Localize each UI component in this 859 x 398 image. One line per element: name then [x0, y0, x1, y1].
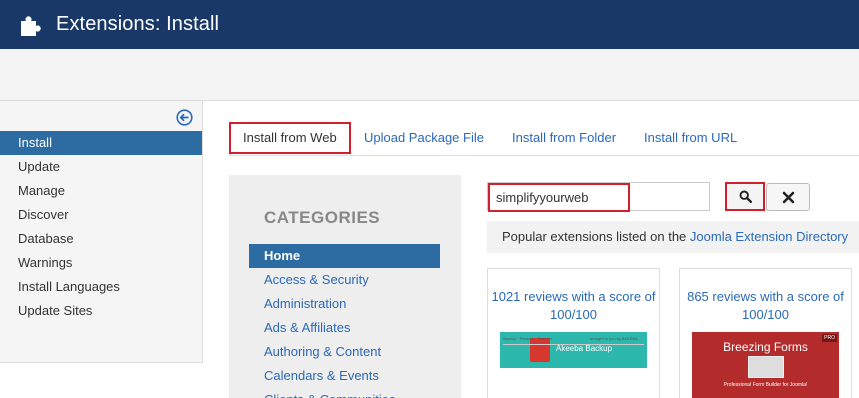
sidebar-item-update[interactable]: Update — [0, 155, 202, 179]
sidebar-item-install[interactable]: Install — [0, 131, 202, 155]
sidebar: Install Update Manage Discover Database … — [0, 101, 203, 363]
popular-text: Popular extensions listed on the — [502, 229, 690, 244]
search-field — [487, 182, 710, 212]
divider — [503, 344, 644, 345]
categories-list: Home Access & Security Administration Ad… — [249, 244, 440, 398]
sidebar-item-update-sites[interactable]: Update Sites — [0, 299, 202, 323]
category-calendars-events[interactable]: Calendars & Events — [249, 364, 440, 388]
thumb-footer — [500, 368, 647, 398]
category-administration[interactable]: Administration — [249, 292, 440, 316]
thumb-name: Breezing Forms — [723, 340, 808, 354]
extension-thumbnail[interactable]: Breezing Forms Professional Form Builder… — [692, 332, 839, 398]
search-input[interactable] — [488, 183, 630, 212]
arrow-left-circle-icon[interactable] — [176, 109, 193, 126]
extension-thumbnail[interactable]: Akeeba Backup Backup · Restore · Transfe… — [500, 332, 647, 398]
clear-button[interactable] — [766, 183, 810, 211]
tab-upload-package-file[interactable]: Upload Package File — [364, 122, 484, 154]
popular-extensions-bar: Popular extensions listed on the Joomla … — [487, 221, 859, 253]
sidebar-item-warnings[interactable]: Warnings — [0, 251, 202, 275]
extension-card[interactable]: 1021 reviews with a score of 100/100 Ake… — [487, 268, 660, 398]
extension-card[interactable]: 865 reviews with a score of 100/100 Bree… — [679, 268, 852, 398]
tab-install-from-url[interactable]: Install from URL — [644, 122, 737, 154]
akeeba-logo-icon — [530, 338, 550, 362]
sidebar-item-discover[interactable]: Discover — [0, 203, 202, 227]
toolbar — [0, 49, 859, 101]
page-title: Extensions: Install — [56, 13, 220, 35]
puzzle-icon — [21, 15, 41, 36]
jed-link[interactable]: Joomla Extension Directory — [690, 229, 848, 244]
category-clients-communities[interactable]: Clients & Communities — [249, 388, 440, 398]
thumb-text: Professional Form Builder for Joomla! — [723, 382, 808, 388]
thumb-name: Akeeba Backup — [556, 344, 613, 353]
thumb-screenshot — [748, 356, 784, 378]
card-reviews[interactable]: 865 reviews with a score of 100/100 — [680, 288, 851, 324]
sidebar-menu: Install Update Manage Discover Database … — [0, 131, 202, 323]
sidebar-item-database[interactable]: Database — [0, 227, 202, 251]
page-header: Extensions: Install — [0, 0, 859, 49]
sidebar-item-install-languages[interactable]: Install Languages — [0, 275, 202, 299]
category-authoring-content[interactable]: Authoring & Content — [249, 340, 440, 364]
thumb-text: brought to you by AKEEBA — [590, 336, 638, 341]
tab-install-from-web[interactable]: Install from Web — [229, 122, 351, 154]
sidebar-item-manage[interactable]: Manage — [0, 179, 202, 203]
pro-badge: PRO — [822, 334, 837, 342]
install-tabs: Install from Web Upload Package File Ins… — [229, 122, 859, 156]
categories-panel: CATEGORIES Home Access & Security Admini… — [229, 175, 461, 398]
tab-install-from-folder[interactable]: Install from Folder — [512, 122, 616, 154]
close-icon — [782, 191, 794, 203]
card-reviews[interactable]: 1021 reviews with a score of 100/100 — [488, 288, 659, 324]
category-ads-affiliates[interactable]: Ads & Affiliates — [249, 316, 440, 340]
category-access-security[interactable]: Access & Security — [249, 268, 440, 292]
category-home[interactable]: Home — [249, 244, 440, 268]
thumb-text: Backup · Restore · Transfer — [503, 336, 553, 341]
search-button[interactable] — [725, 182, 765, 211]
search-icon — [739, 190, 752, 203]
categories-title: CATEGORIES — [264, 208, 381, 227]
